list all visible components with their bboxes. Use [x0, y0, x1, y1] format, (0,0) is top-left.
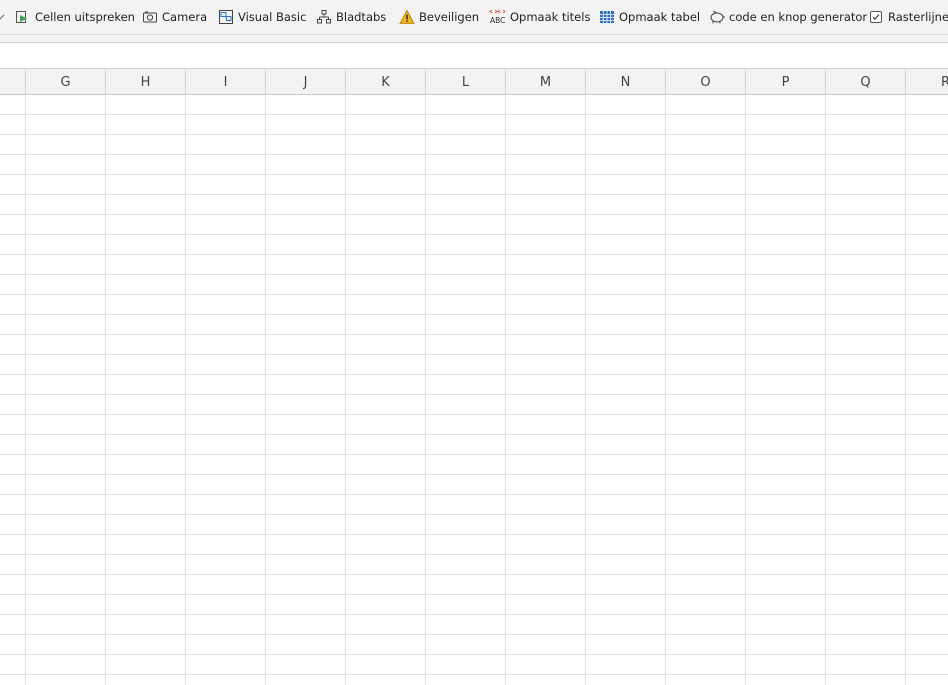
column-header-partial[interactable] [0, 69, 26, 94]
camera-icon [141, 8, 159, 26]
column-header-j[interactable]: J [266, 69, 346, 94]
format-titles-label: Opmaak titels [510, 10, 591, 24]
quick-access-toolbar: Cellen uitspreken Camera Visual Basic Bl… [0, 0, 948, 35]
code-button-generator-button[interactable]: code en knop generator [708, 6, 867, 28]
sheet-tabs-button[interactable]: Bladtabs [315, 6, 386, 28]
visual-basic-label: Visual Basic [238, 10, 307, 24]
sheet-tabs-label: Bladtabs [336, 10, 387, 24]
format-table-label: Opmaak tabel [619, 10, 701, 24]
format-titles-button[interactable]: ABC Opmaak titels [489, 6, 590, 28]
abc-icon: ABC [489, 8, 507, 26]
ribbon-bottom-edge [0, 35, 948, 43]
column-header-g[interactable]: G [26, 69, 106, 94]
sheet-tabs-icon [315, 8, 333, 26]
column-header-r[interactable]: R [906, 69, 948, 94]
speak-cells-label: Cellen uitspreken [35, 10, 135, 24]
column-header-n[interactable]: N [586, 69, 666, 94]
camera-button[interactable]: Camera [141, 6, 207, 28]
cell-grid[interactable] [0, 95, 948, 685]
formula-bar[interactable] [0, 43, 948, 69]
speak-cells-icon [14, 8, 32, 26]
column-header-k[interactable]: K [346, 69, 426, 94]
code-button-generator-label: code en knop generator [729, 10, 868, 24]
table-icon [598, 8, 616, 26]
format-table-button[interactable]: Opmaak tabel [598, 6, 700, 28]
gridlines-toggle[interactable]: Rasterlijnen [867, 6, 948, 28]
overflow-chevron-icon[interactable] [0, 10, 6, 22]
column-header-row: G H I J K L M N O P Q R [0, 69, 948, 95]
svg-text:ABC: ABC [490, 16, 505, 25]
camera-label: Camera [162, 10, 208, 24]
speak-cells-button[interactable]: Cellen uitspreken [14, 6, 135, 28]
visual-basic-icon [217, 8, 235, 26]
column-header-q[interactable]: Q [826, 69, 906, 94]
column-header-i[interactable]: I [186, 69, 266, 94]
piggy-bank-icon [708, 8, 726, 26]
protect-label: Beveiligen [419, 10, 480, 24]
column-header-o[interactable]: O [666, 69, 746, 94]
gridlines-label: Rasterlijnen [888, 10, 948, 24]
warning-icon [398, 8, 416, 26]
visual-basic-button[interactable]: Visual Basic [217, 6, 306, 28]
column-header-h[interactable]: H [106, 69, 186, 94]
column-header-l[interactable]: L [426, 69, 506, 94]
protect-button[interactable]: Beveiligen [398, 6, 479, 28]
column-header-p[interactable]: P [746, 69, 826, 94]
column-header-m[interactable]: M [506, 69, 586, 94]
checkbox-icon [867, 8, 885, 26]
